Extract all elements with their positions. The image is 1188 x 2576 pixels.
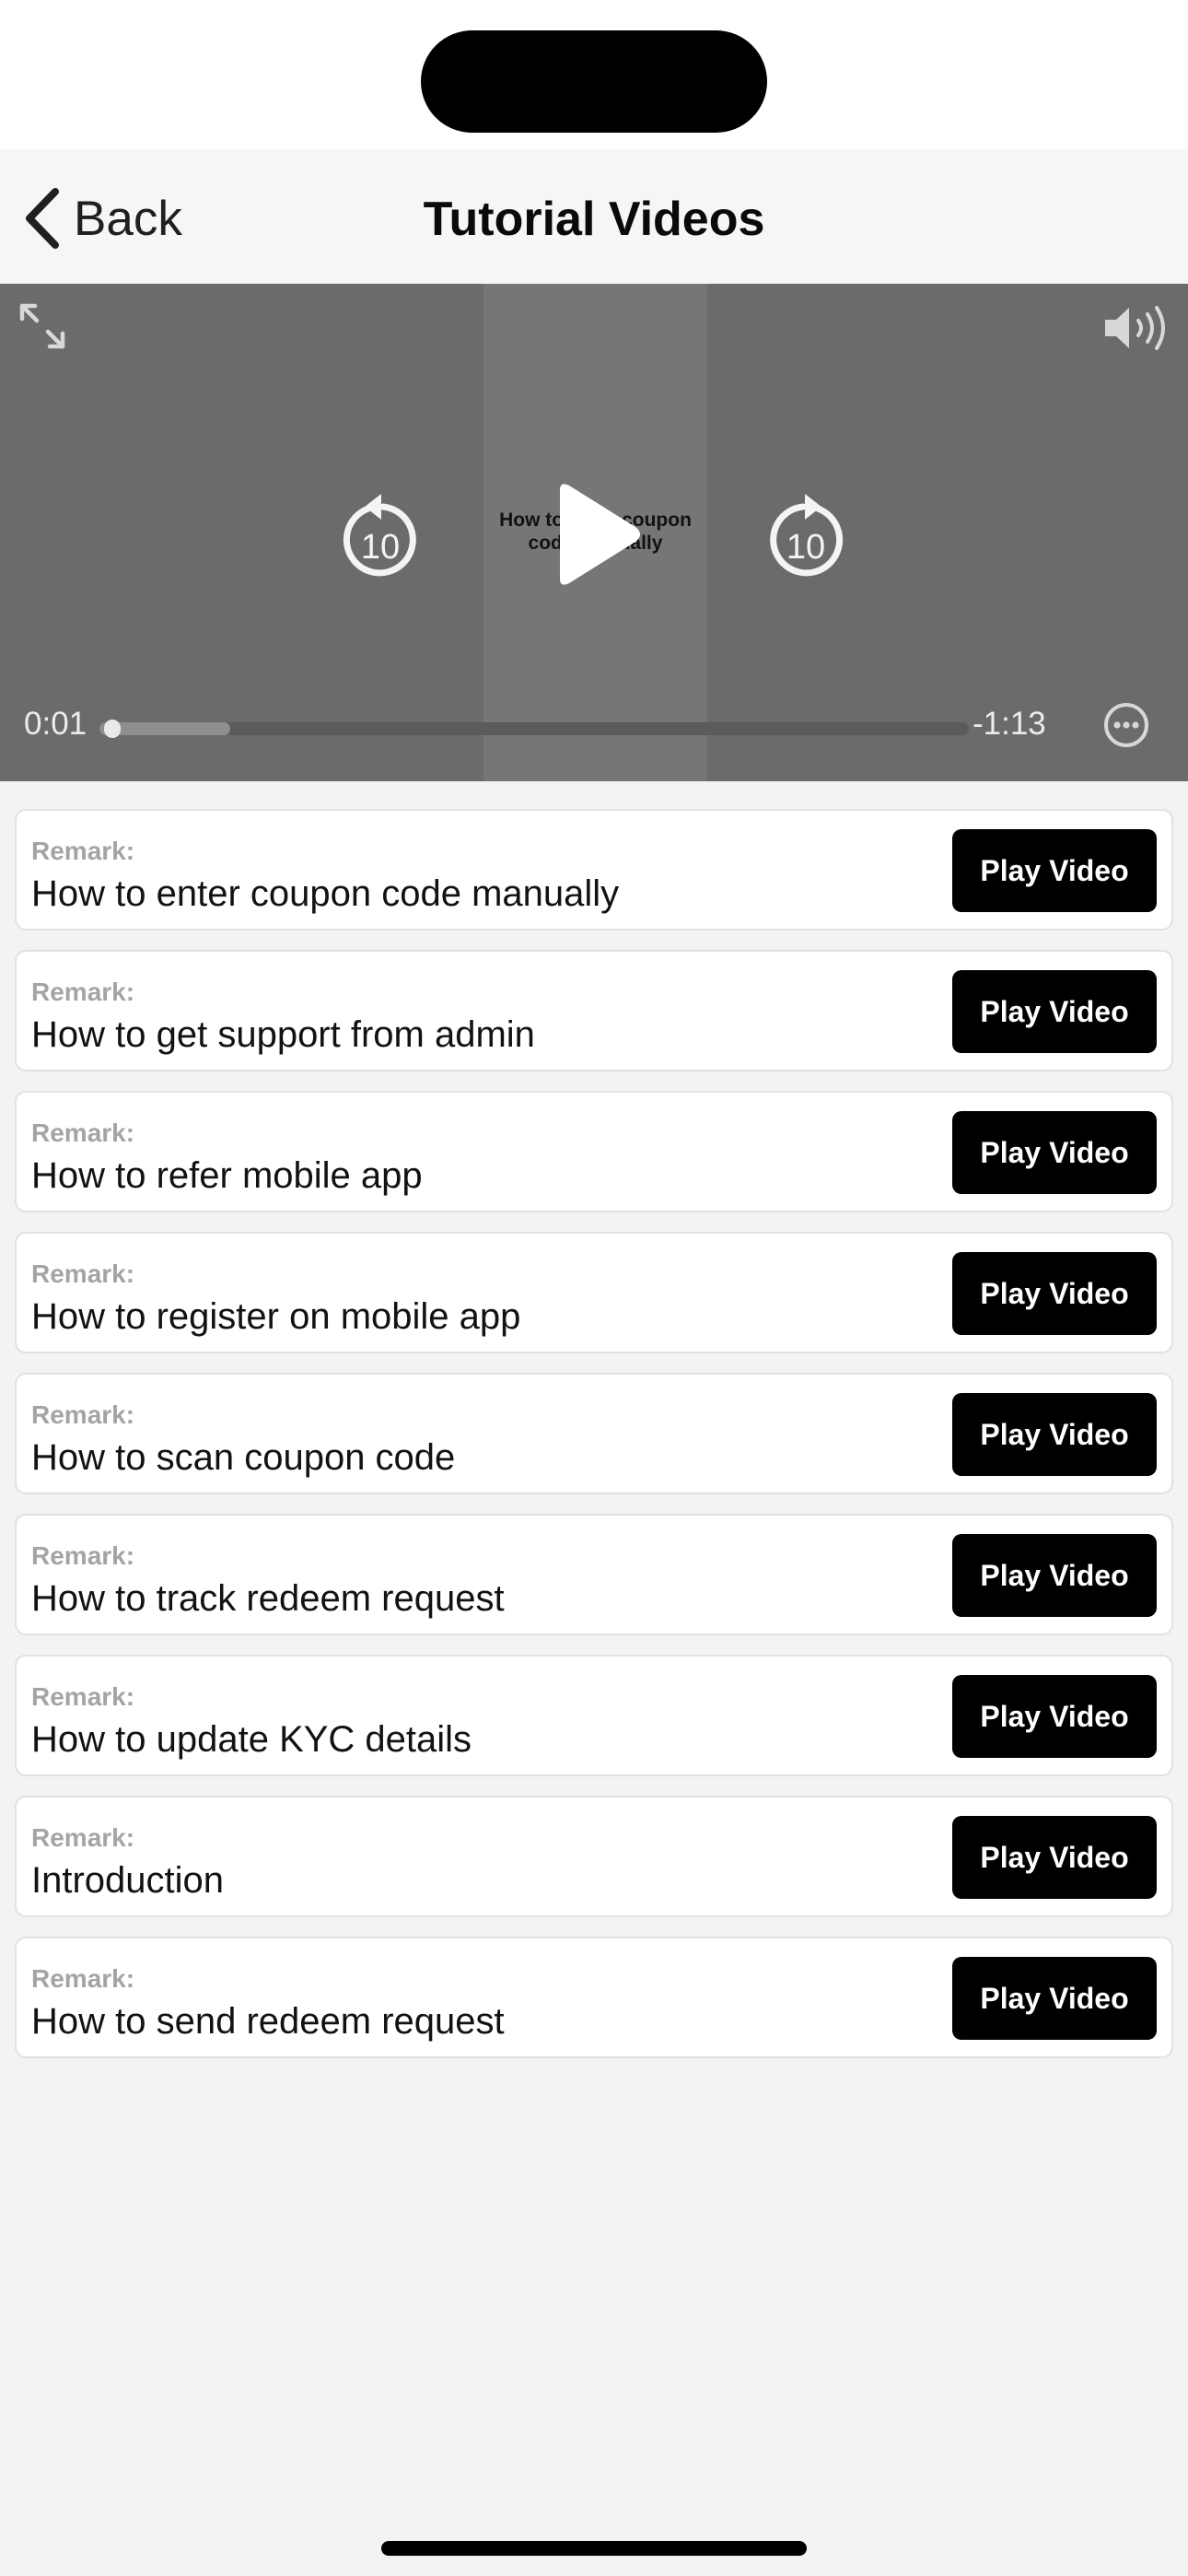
page-title: Tutorial Videos (423, 193, 765, 246)
speaker-wave-icon (1105, 306, 1165, 350)
forward-10-icon: 10 (770, 494, 844, 577)
remark-label: Remark: (31, 1964, 135, 1993)
video-title: How to send redeem request (31, 2001, 505, 2042)
list-item: Remark: How to scan coupon code Play Vid… (15, 1373, 1173, 1494)
list-item: Remark: How to enter coupon code manuall… (15, 809, 1173, 931)
more-options-button[interactable] (1101, 700, 1151, 750)
rewind-10-icon: 10 (343, 494, 416, 577)
video-player[interactable]: How to enter coupon code manually 10 (0, 284, 1188, 781)
video-title: How to update KYC details (31, 1719, 472, 1760)
progress-scrubber[interactable] (99, 720, 969, 738)
remark-label: Remark: (31, 837, 135, 865)
video-title: How to track redeem request (31, 1578, 505, 1619)
remark-label: Remark: (31, 1118, 135, 1147)
play-video-button[interactable]: Play Video (952, 1675, 1157, 1758)
status-bar (0, 0, 1188, 149)
ellipsis-circle-icon (1104, 703, 1148, 747)
remark-label: Remark: (31, 1541, 135, 1570)
remark-label: Remark: (31, 978, 135, 1006)
play-button[interactable] (543, 479, 645, 590)
forward-10-button[interactable]: 10 (764, 488, 849, 580)
video-title: How to scan coupon code (31, 1437, 456, 1478)
rewind-seconds-label: 10 (361, 528, 400, 567)
scrubber-knob[interactable] (104, 720, 122, 738)
play-video-button[interactable]: Play Video (952, 829, 1157, 912)
video-list: Remark: How to enter coupon code manuall… (15, 809, 1173, 2078)
dynamic-island (421, 30, 767, 133)
play-video-button[interactable]: Play Video (952, 970, 1157, 1053)
play-video-button[interactable]: Play Video (952, 1393, 1157, 1476)
list-item: Remark: Introduction Play Video (15, 1796, 1173, 1917)
list-item: Remark: How to get support from admin Pl… (15, 950, 1173, 1071)
play-video-button[interactable]: Play Video (952, 1111, 1157, 1194)
remark-label: Remark: (31, 1682, 135, 1711)
play-video-button[interactable]: Play Video (952, 1534, 1157, 1617)
remark-label: Remark: (31, 1259, 135, 1288)
video-title: How to register on mobile app (31, 1296, 521, 1337)
remark-label: Remark: (31, 1823, 135, 1852)
time-remaining: -1:13 (973, 706, 1046, 742)
play-video-button[interactable]: Play Video (952, 1957, 1157, 2040)
play-video-button[interactable]: Play Video (952, 1252, 1157, 1335)
list-item: Remark: How to refer mobile app Play Vid… (15, 1091, 1173, 1212)
forward-seconds-label: 10 (786, 528, 825, 567)
video-title: Introduction (31, 1860, 225, 1901)
list-item: Remark: How to track redeem request Play… (15, 1514, 1173, 1635)
home-indicator (381, 2541, 807, 2556)
rewind-10-button[interactable]: 10 (337, 488, 422, 580)
fullscreen-button[interactable] (17, 300, 68, 352)
volume-button[interactable] (1101, 302, 1170, 354)
video-title: How to enter coupon code manually (31, 873, 620, 914)
expand-arrows-icon (19, 303, 65, 349)
play-icon (560, 484, 640, 585)
remark-label: Remark: (31, 1400, 135, 1429)
navigation-bar: Back Tutorial Videos (0, 149, 1188, 284)
play-video-button[interactable]: Play Video (952, 1816, 1157, 1899)
video-title: How to get support from admin (31, 1014, 535, 1055)
video-title: How to refer mobile app (31, 1155, 423, 1196)
list-item: Remark: How to send redeem request Play … (15, 1937, 1173, 2058)
list-item: Remark: How to register on mobile app Pl… (15, 1232, 1173, 1353)
time-elapsed: 0:01 (24, 706, 87, 742)
list-item: Remark: How to update KYC details Play V… (15, 1655, 1173, 1776)
